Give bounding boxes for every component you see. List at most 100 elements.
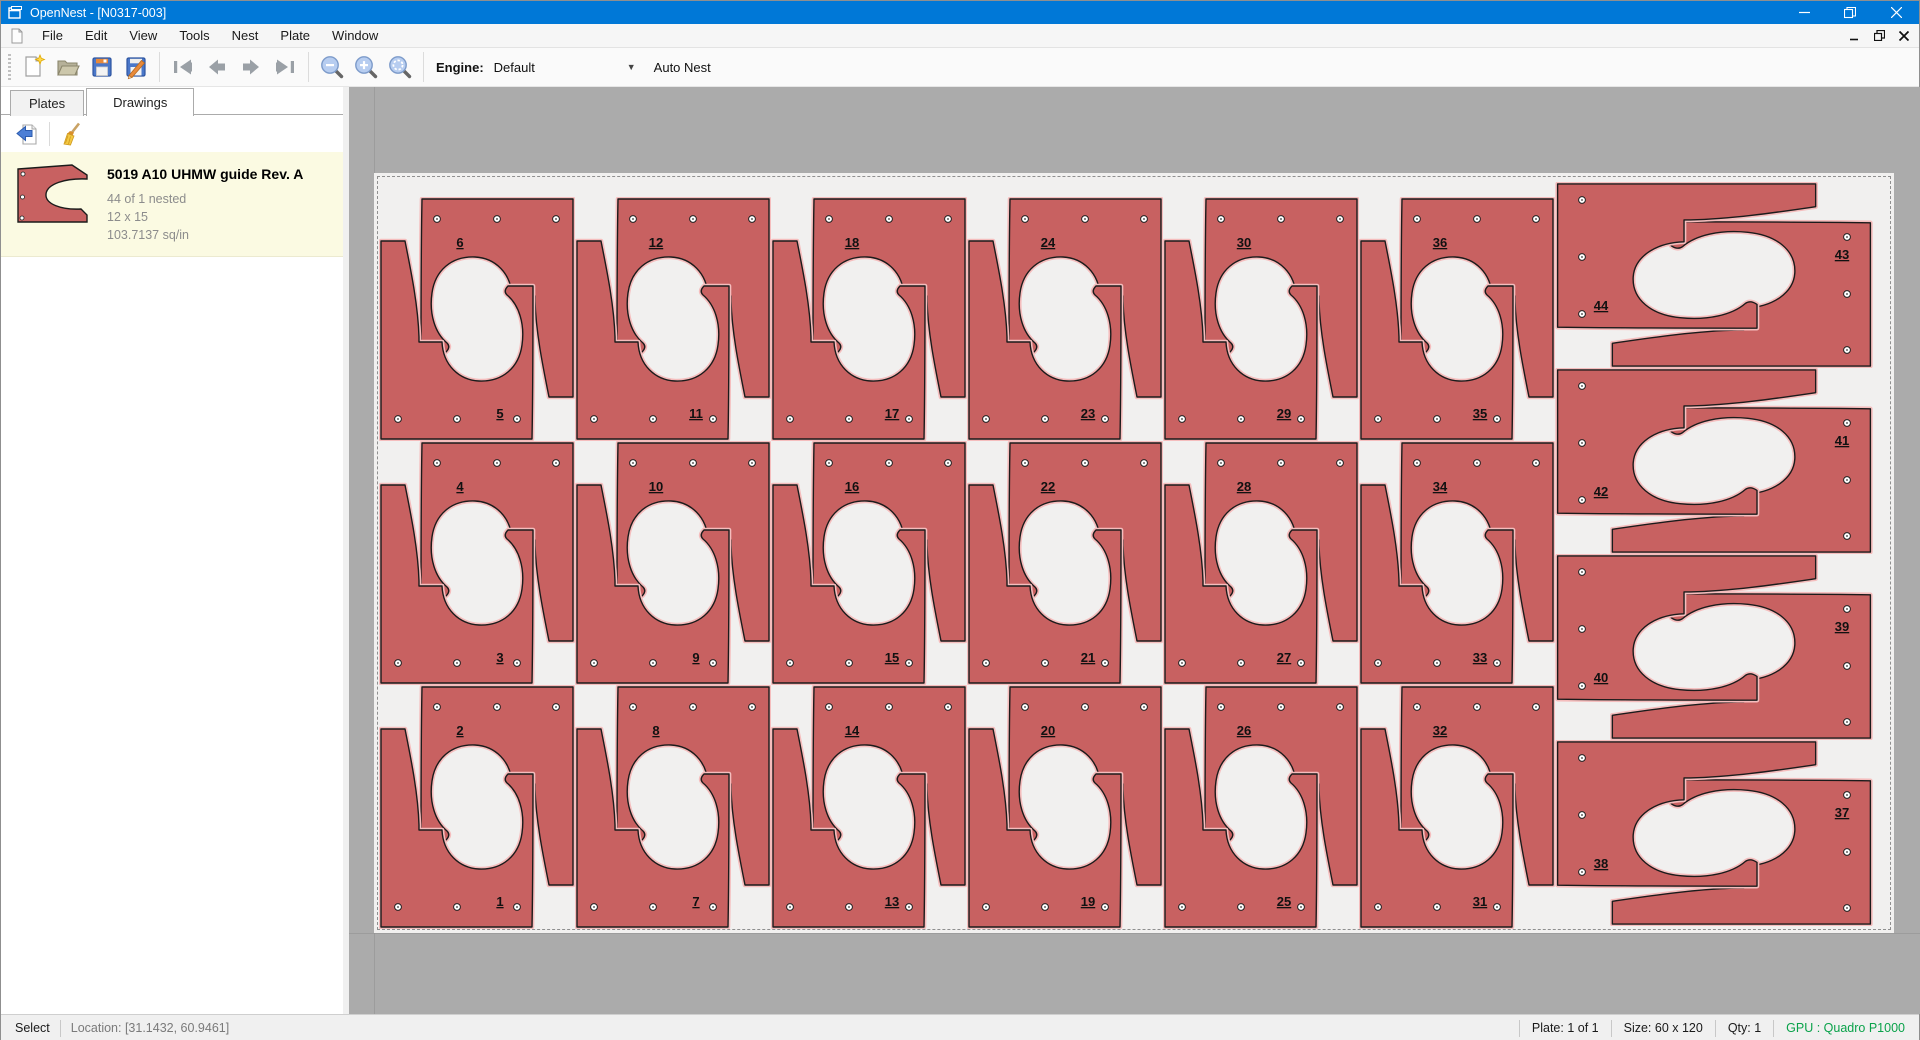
status-separator <box>1715 1020 1716 1037</box>
import-drawing-icon <box>14 121 40 147</box>
engine-select[interactable]: Default ▼ <box>490 55 640 79</box>
sidebar: PlatesDrawings <box>1 87 343 1014</box>
new-file-icon <box>21 54 47 80</box>
nested-part-pair-22-21[interactable]: 2221 <box>967 441 1163 685</box>
nav-next-icon <box>238 54 264 80</box>
menu-item-edit[interactable]: Edit <box>74 24 118 47</box>
zoom-out-button[interactable] <box>315 51 349 83</box>
nested-part-pair-24-23[interactable]: 2423 <box>967 197 1163 441</box>
nested-part-pair-37-38[interactable]: 3738 <box>1555 740 1873 926</box>
nav-last-button[interactable] <box>268 51 302 83</box>
nested-part-pair-41-42[interactable]: 4142 <box>1555 368 1873 554</box>
tab-plates[interactable]: Plates <box>10 90 84 116</box>
new-file-button[interactable] <box>17 51 51 83</box>
part-thumbnail <box>17 162 89 224</box>
nested-part-pair-30-29[interactable]: 3029 <box>1163 197 1359 441</box>
broom-icon <box>59 121 85 147</box>
menu-item-tools[interactable]: Tools <box>168 24 220 47</box>
drawing-size: 12 x 15 <box>107 208 303 226</box>
part-number-39: 39 <box>1835 619 1849 634</box>
drawings-toolbar <box>1 115 343 152</box>
nested-part-pair-32-31[interactable]: 32 31 <box>1359 685 1555 929</box>
nav-next-button[interactable] <box>234 51 268 83</box>
nested-part-pair-18-17[interactable]: 1817 <box>771 197 967 441</box>
open-file-icon <box>55 54 81 80</box>
part-number-41: 41 <box>1835 433 1849 448</box>
save-as-button[interactable] <box>119 51 153 83</box>
nested-part-pair-26-25[interactable]: 2625 <box>1163 685 1359 929</box>
nested-part-pair-28-27[interactable]: 2827 <box>1163 441 1359 685</box>
nav-first-icon <box>170 54 196 80</box>
document-icon <box>9 28 25 44</box>
child-minimize-icon[interactable] <box>1850 31 1860 41</box>
clear-button[interactable] <box>56 119 88 149</box>
part-number-33: 33 <box>1473 650 1487 665</box>
status-separator <box>1519 1020 1520 1037</box>
part-number-11: 11 <box>689 406 703 421</box>
nested-part-pair-2-1[interactable]: 21 <box>379 685 575 929</box>
status-qty: Qty: 1 <box>1726 1021 1763 1035</box>
opennest-window: OpenNest - [N0317-003] FileEditV <box>0 0 1920 1040</box>
menu-item-view[interactable]: View <box>118 24 168 47</box>
child-restore-icon[interactable] <box>1874 30 1885 41</box>
status-location: Location: [31.1432, 60.9461] <box>71 1021 229 1035</box>
zoom-in-button[interactable] <box>349 51 383 83</box>
close-button[interactable] <box>1873 1 1919 24</box>
window-title: OpenNest - [N0317-003] <box>30 6 166 20</box>
import-drawing-button[interactable] <box>11 119 43 149</box>
menu-item-file[interactable]: File <box>31 24 74 47</box>
toolbar-separator <box>423 52 424 82</box>
save-button[interactable] <box>85 51 119 83</box>
nested-part-pair-4-3[interactable]: 43 <box>379 441 575 685</box>
open-file-button[interactable] <box>51 51 85 83</box>
nested-part-pair-14-13[interactable]: 1413 <box>771 685 967 929</box>
zoom-extents-button[interactable] <box>383 51 417 83</box>
chevron-down-icon: ▼ <box>627 62 636 72</box>
nested-part-pair-39-40[interactable]: 39 40 <box>1555 554 1873 740</box>
part-number-32: 32 <box>1433 723 1447 738</box>
zoom-out-icon <box>319 54 345 80</box>
auto-nest-button[interactable]: Auto Nest <box>654 60 711 75</box>
status-gpu: GPU : Quadro P1000 <box>1784 1021 1907 1035</box>
minimize-button[interactable] <box>1781 1 1827 24</box>
menu-item-nest[interactable]: Nest <box>221 24 270 47</box>
part-number-20: 20 <box>1041 723 1055 738</box>
part-number-5: 5 <box>496 406 503 421</box>
part-number-35: 35 <box>1473 406 1487 421</box>
sidebar-tabstrip: PlatesDrawings <box>1 87 343 115</box>
status-separator <box>60 1020 61 1037</box>
menu-item-window[interactable]: Window <box>321 24 389 47</box>
nested-part-pair-20-19[interactable]: 2019 <box>967 685 1163 929</box>
part-number-31: 31 <box>1473 894 1487 909</box>
nested-part-pair-6-5[interactable]: 65 <box>379 197 575 441</box>
status-mode: Select <box>1 1021 50 1035</box>
nested-part-pair-43-44[interactable]: 4344 <box>1555 182 1873 368</box>
nested-part-pair-36-35[interactable]: 3635 <box>1359 197 1555 441</box>
status-size: Size: 60 x 120 <box>1622 1021 1705 1035</box>
engine-label: Engine: <box>436 60 484 75</box>
nav-prev-button[interactable] <box>200 51 234 83</box>
part-number-9: 9 <box>692 650 699 665</box>
drawing-list-item[interactable]: 5019 A10 UHMW guide Rev. A 44 of 1 neste… <box>1 152 343 257</box>
save-icon <box>89 54 115 80</box>
drawing-nested-count: 44 of 1 nested <box>107 190 303 208</box>
toolbar-grip[interactable] <box>8 54 11 80</box>
part-number-12: 12 <box>649 235 663 250</box>
nested-part-pair-16-15[interactable]: 1615 <box>771 441 967 685</box>
restore-button[interactable] <box>1827 1 1873 24</box>
part-number-3: 3 <box>496 650 503 665</box>
nav-first-button[interactable] <box>166 51 200 83</box>
nest-canvas[interactable]: 6543211211109871817161514132423222120193… <box>349 87 1920 1014</box>
tab-drawings[interactable]: Drawings <box>86 88 194 116</box>
menu-item-plate[interactable]: Plate <box>269 24 321 47</box>
nested-part-pair-10-9[interactable]: 109 <box>575 441 771 685</box>
part-number-14: 14 <box>845 723 860 738</box>
status-separator <box>1773 1020 1774 1037</box>
nested-part-pair-8-7[interactable]: 87 <box>575 685 771 929</box>
nested-part-pair-12-11[interactable]: 12 11 <box>575 197 771 441</box>
close-icon <box>1891 7 1902 18</box>
part-number-40: 40 <box>1594 670 1608 685</box>
child-close-icon[interactable] <box>1899 31 1909 41</box>
part-number-19: 19 <box>1081 894 1095 909</box>
nested-part-pair-34-33[interactable]: 3433 <box>1359 441 1555 685</box>
